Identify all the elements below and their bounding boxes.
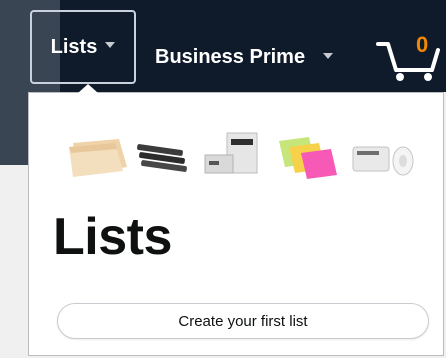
top-navbar: Lists Business Prime 0: [0, 0, 446, 92]
nav-lists-label: Lists: [50, 35, 98, 58]
folders-icon: [69, 139, 127, 177]
dropdown-pointer: [78, 84, 98, 93]
chevron-down-icon: [105, 42, 116, 48]
staples-icon: [137, 144, 187, 172]
cart-icon: [376, 42, 440, 81]
cart-button[interactable]: 0: [376, 20, 440, 82]
cart-count: 0: [416, 32, 429, 57]
chevron-down-icon: [323, 52, 334, 59]
label-printer-icon: [352, 146, 414, 176]
nav-business-prime-menu[interactable]: Business Prime: [155, 46, 334, 69]
panel-title: Lists: [53, 208, 172, 266]
product-images: [67, 131, 417, 181]
nav-lists-menu[interactable]: Lists: [30, 10, 136, 84]
create-first-list-button[interactable]: Create your first list: [57, 303, 429, 339]
lists-dropdown-panel: Lists Create your first list: [28, 92, 444, 356]
printer-icon: [204, 132, 258, 174]
nav-business-prime-label: Business Prime: [155, 46, 306, 68]
sticky-notes-icon: [279, 137, 337, 179]
